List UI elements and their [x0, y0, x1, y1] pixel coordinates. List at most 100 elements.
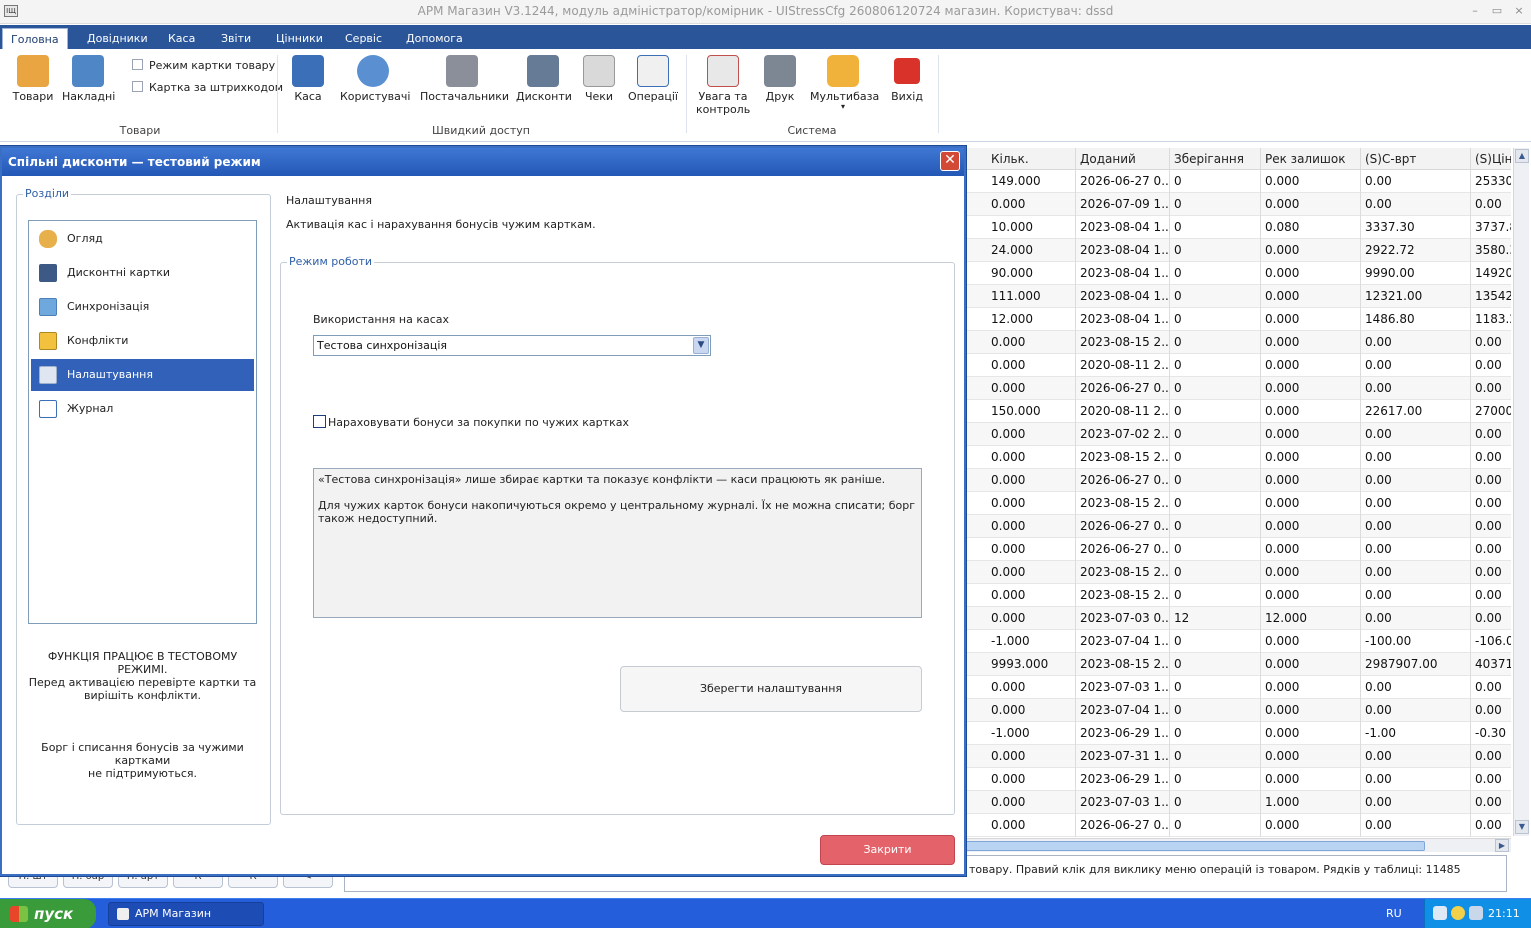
- save-settings-button[interactable]: Зберегти налаштування: [620, 666, 922, 712]
- table-cell: 2023-07-04 1...: [1076, 630, 1170, 653]
- table-row[interactable]: 0.000 2023-07-31 1... 0 0.000 0.00 0.00: [965, 745, 1511, 768]
- weight-control-button[interactable]: Увага та контроль: [696, 55, 750, 116]
- table-row[interactable]: 0.000 2026-06-27 0... 0 0.000 0.00 0.00: [965, 814, 1511, 837]
- table-row[interactable]: 0.000 2023-08-15 2... 0 0.000 0.00 0.00: [965, 561, 1511, 584]
- table-row[interactable]: 0.000 2023-07-03 1... 0 1.000 0.00 0.00: [965, 791, 1511, 814]
- table-cell: 0.000: [1261, 193, 1361, 216]
- taskbar-app-item[interactable]: АРМ Магазин V3.124...: [108, 902, 264, 926]
- nav-item-journal[interactable]: Журнал: [31, 393, 254, 425]
- table-row[interactable]: 0.000 2023-08-15 2... 0 0.000 0.00 0.00: [965, 446, 1511, 469]
- table-row[interactable]: 0.000 2026-06-27 0... 0 0.000 0.00 0.00: [965, 377, 1511, 400]
- scroll-down-arrow-icon[interactable]: ▼: [1515, 820, 1529, 834]
- scroll-right-arrow-icon[interactable]: ▶: [1495, 839, 1509, 852]
- menu-service[interactable]: Сервіс: [337, 28, 390, 49]
- table-row[interactable]: -1.000 2023-06-29 1... 0 0.000 -1.00 -0.30: [965, 722, 1511, 745]
- table-row[interactable]: 0.000 2023-07-03 0... 12 12.000 0.00 0.00: [965, 607, 1511, 630]
- table-row[interactable]: 0.000 2026-06-27 0... 0 0.000 0.00 0.00: [965, 469, 1511, 492]
- cash-usage-select[interactable]: Тестова синхронізація ▼: [313, 335, 711, 356]
- nav-item-overview[interactable]: Огляд: [31, 223, 254, 255]
- table-cell: 0.000: [1261, 745, 1361, 768]
- nav-item-discount-cards[interactable]: Дисконтні картки: [31, 257, 254, 289]
- window-close-button[interactable]: ×: [1510, 3, 1528, 19]
- table-cell: 12.000: [987, 308, 1076, 331]
- table-cell: 0: [1170, 699, 1261, 722]
- vertical-scrollbar[interactable]: ▲ ▼: [1513, 148, 1529, 836]
- nav-item-sync[interactable]: Синхронізація: [31, 291, 254, 323]
- column-header[interactable]: Кільк.: [987, 148, 1076, 170]
- table-row[interactable]: 9993.000 2023-08-15 2... 0 0.000 2987907.00 4…: [965, 653, 1511, 676]
- invoices-button[interactable]: Накладні: [62, 55, 115, 103]
- table-row[interactable]: 10.0002023-08-04 1...00.0803337.303737.8: [965, 216, 1511, 239]
- table-cell: 0.00: [1361, 607, 1471, 630]
- menu-price-tags[interactable]: Цінники: [268, 28, 331, 49]
- goods-button[interactable]: Товари: [12, 55, 54, 103]
- table-row[interactable]: -1.000 2023-07-04 1... 0 0.000 -100.00 -106.0: [965, 630, 1511, 653]
- network-icon[interactable]: [1433, 906, 1447, 920]
- table-cell: 2023-08-04 1...: [1076, 239, 1170, 262]
- menu-reports[interactable]: Звіти: [213, 28, 259, 49]
- dialog-close-button[interactable]: ✕: [940, 151, 960, 171]
- close-button[interactable]: Закрити: [820, 835, 955, 865]
- card-mode-checkbox[interactable]: Режим картки товару: [132, 59, 275, 72]
- table-cell: 0.000: [1261, 653, 1361, 676]
- bonus-foreign-cards-label[interactable]: Нараховувати бонуси за покупки по чужих …: [328, 416, 629, 429]
- column-header[interactable]: (S)Цін: [1471, 148, 1511, 170]
- table-row[interactable]: 0.000 2020-08-11 2... 0 0.000 0.00 0.00: [965, 354, 1511, 377]
- table-row[interactable]: 149.000 2026-06-27 0... 0 0.000 0.00 25330: [965, 170, 1511, 193]
- table-row[interactable]: 0.000 2023-08-15 2... 0 0.000 0.00 0.00: [965, 492, 1511, 515]
- minimize-button[interactable]: –: [1466, 3, 1484, 19]
- table-row[interactable]: 90.000 2023-08-04 1... 0 0.000 9990.00 14920: [965, 262, 1511, 285]
- table-row[interactable]: 0.000 2023-07-03 1... 0 0.000 0.00 0.00: [965, 676, 1511, 699]
- table-row[interactable]: 0.000 2026-06-27 0... 0 0.000 0.00 0.00: [965, 538, 1511, 561]
- scroll-up-arrow-icon[interactable]: ▲: [1515, 149, 1529, 163]
- table-row[interactable]: 111.000 2023-08-04 1... 0 0.000 12321.00 1354…: [965, 285, 1511, 308]
- bonus-foreign-cards-checkbox[interactable]: [313, 415, 326, 428]
- table-cell: 27000: [1471, 400, 1511, 423]
- table-row[interactable]: 0.000 2026-07-09 1... 0 0.000 0.00 0.00: [965, 193, 1511, 216]
- print-button[interactable]: Друк: [762, 55, 798, 103]
- chevron-down-icon[interactable]: ▼: [693, 337, 709, 354]
- suppliers-button[interactable]: Постачальники: [420, 55, 509, 103]
- cash-button[interactable]: Каса: [288, 55, 328, 103]
- table-row[interactable]: 0.000 2023-08-15 2... 0 0.000 0.00 0.00: [965, 331, 1511, 354]
- table-row[interactable]: 0.000 2023-06-29 1... 0 0.000 0.00 0.00: [965, 768, 1511, 791]
- operations-button[interactable]: Операції: [628, 55, 678, 103]
- table-cell: 0.000: [1261, 630, 1361, 653]
- table-header: Кільк. Доданий Зберігання Рек залишок (S)С-в…: [965, 148, 1511, 170]
- table-row[interactable]: 150.000 2020-08-11 2... 0 0.000 22617.00 2700…: [965, 400, 1511, 423]
- menu-home[interactable]: Головна: [2, 28, 68, 49]
- nav-item-settings[interactable]: Налаштування: [31, 359, 254, 391]
- column-header[interactable]: Рек залишок: [1261, 148, 1361, 170]
- menu-cash[interactable]: Каса: [160, 28, 203, 49]
- table-cell: 0: [1170, 492, 1261, 515]
- security-icon[interactable]: [1451, 906, 1465, 920]
- discounts-button[interactable]: Дисконти: [516, 55, 572, 103]
- table-row[interactable]: 0.000 2023-07-02 2... 0 0.000 0.00 0.00: [965, 423, 1511, 446]
- column-header[interactable]: Зберігання: [1170, 148, 1261, 170]
- barcode-card-checkbox[interactable]: Картка за штрихкодом: [132, 81, 283, 94]
- column-header[interactable]: (S)С-врт: [1361, 148, 1471, 170]
- language-indicator[interactable]: RU: [1386, 907, 1402, 920]
- exit-button[interactable]: Вихід: [888, 55, 926, 103]
- checks-button[interactable]: Чеки: [582, 55, 616, 103]
- menu-directories[interactable]: Довідники: [79, 28, 156, 49]
- menu-help[interactable]: Допомога: [398, 28, 471, 49]
- nav-item-conflicts[interactable]: Конфлікти: [31, 325, 254, 357]
- table-cell: 0: [1170, 630, 1261, 653]
- test-mode-warning: ФУНКЦІЯ ПРАЦЮЄ В ТЕСТОВОМУ РЕЖИМІ. Перед…: [28, 650, 257, 702]
- table-row[interactable]: 12.0002023-08-04 1...00.0001486.801183.2: [965, 308, 1511, 331]
- table-row[interactable]: 24.0002023-08-04 1...00.0002922.723580.3: [965, 239, 1511, 262]
- table-cell: 0: [1170, 285, 1261, 308]
- column-header[interactable]: Доданий: [1076, 148, 1170, 170]
- volume-icon[interactable]: [1469, 906, 1483, 920]
- restore-button[interactable]: ▭: [1488, 3, 1506, 19]
- scroll-thumb[interactable]: [965, 841, 1425, 851]
- table-row[interactable]: 0.000 2026-06-27 0... 0 0.000 0.00 0.00: [965, 515, 1511, 538]
- table-row[interactable]: 0.000 2023-08-15 2... 0 0.000 0.00 0.00: [965, 584, 1511, 607]
- table-cell: 0.000: [987, 469, 1076, 492]
- users-button[interactable]: Користувачі: [340, 55, 410, 103]
- table-row[interactable]: 0.000 2023-07-04 1... 0 0.000 0.00 0.00: [965, 699, 1511, 722]
- horizontal-scrollbar[interactable]: ▶: [965, 838, 1511, 852]
- multibase-button[interactable]: Мультибаза ▾: [810, 55, 879, 111]
- start-button[interactable]: пуск: [0, 899, 96, 928]
